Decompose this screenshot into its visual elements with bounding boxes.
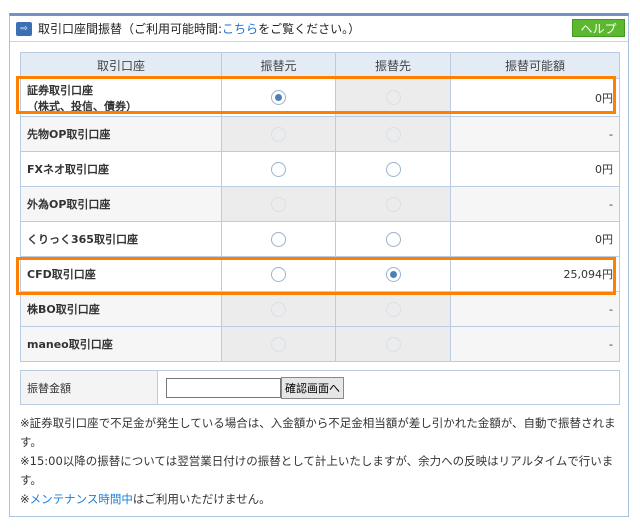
to-cell <box>335 221 451 257</box>
account-row: 先物OP取引口座 - <box>20 116 620 152</box>
from-radio <box>271 196 286 212</box>
to-radio <box>385 301 401 317</box>
from-radio <box>271 336 286 352</box>
from-radio[interactable] <box>271 266 286 282</box>
account-name: 先物OP取引口座 <box>20 116 222 152</box>
amount-label: 振替金額 <box>20 370 158 405</box>
from-cell <box>221 326 336 362</box>
available-amount: 0円 <box>450 78 620 117</box>
to-radio <box>385 126 401 142</box>
account-name: 証券取引口座 （株式、投信、債券） <box>20 78 222 117</box>
col-account: 取引口座 <box>20 52 222 79</box>
to-radio[interactable] <box>385 231 401 247</box>
col-from: 振替元 <box>221 52 336 79</box>
from-radio <box>271 126 286 142</box>
col-available: 振替可能額 <box>450 52 620 79</box>
account-row: CFD取引口座 25,094円 <box>20 256 620 292</box>
panel-header: ⇨ 取引口座間振替（ご利用可能時間:こちらをご覧ください。） ヘルプ <box>10 16 628 42</box>
account-name: 株BO取引口座 <box>20 291 222 327</box>
to-radio <box>385 90 401 105</box>
account-row: FXネオ取引口座 0円 <box>20 151 620 187</box>
available-amount: 25,094円 <box>450 256 620 292</box>
account-name: CFD取引口座 <box>20 256 222 292</box>
from-cell <box>221 116 336 152</box>
account-row: くりっく365取引口座 0円 <box>20 221 620 257</box>
note-maintenance: ※メンテナンス時間中はご利用いただけません。 <box>20 492 271 506</box>
maintenance-link[interactable]: メンテナンス時間中 <box>30 492 133 506</box>
from-cell <box>221 186 336 222</box>
col-to: 振替先 <box>335 52 451 79</box>
help-button[interactable]: ヘルプ <box>572 19 625 37</box>
transfer-panel: ⇨ 取引口座間振替（ご利用可能時間:こちらをご覧ください。） ヘルプ 取引口座 … <box>9 13 629 517</box>
to-cell <box>335 326 451 362</box>
available-amount: - <box>450 326 620 362</box>
to-cell <box>335 116 451 152</box>
account-name: 外為OP取引口座 <box>20 186 222 222</box>
from-radio[interactable] <box>271 90 286 105</box>
available-amount: - <box>450 291 620 327</box>
note-after-15: ※15:00以降の振替については翌営業日付けの振替として計上いたしますが、余力へ… <box>20 454 614 487</box>
available-amount: 0円 <box>450 151 620 187</box>
from-radio[interactable] <box>271 161 286 177</box>
from-radio <box>271 301 286 317</box>
account-row: 証券取引口座 （株式、投信、債券） 0円 <box>20 78 620 117</box>
hours-link[interactable]: こちら <box>222 22 258 36</box>
amount-table: 振替金額 確認画面へ <box>20 370 620 405</box>
from-cell <box>221 221 336 257</box>
to-cell <box>335 78 451 117</box>
available-amount: - <box>450 186 620 222</box>
notes: ※証券取引口座で不足金が発生している場合は、入金額から不足金相当額が差し引かれた… <box>20 414 620 509</box>
account-table: 取引口座 振替元 振替先 振替可能額 証券取引口座 （株式、投信、債券） 0円 先物O… <box>20 52 620 362</box>
account-name: くりっく365取引口座 <box>20 221 222 257</box>
to-cell <box>335 291 451 327</box>
account-row: maneo取引口座 - <box>20 326 620 362</box>
transfer-icon: ⇨ <box>16 21 32 36</box>
from-cell <box>221 256 336 292</box>
confirm-button[interactable]: 確認画面へ <box>281 376 344 399</box>
account-name: FXネオ取引口座 <box>20 151 222 187</box>
account-row: 株BO取引口座 - <box>20 291 620 327</box>
note-shortfall: ※証券取引口座で不足金が発生している場合は、入金額から不足金相当額が差し引かれた… <box>20 416 616 449</box>
amount-input[interactable] <box>166 377 281 398</box>
available-amount: 0円 <box>450 221 620 257</box>
to-cell <box>335 256 451 292</box>
from-cell <box>221 78 336 117</box>
from-radio[interactable] <box>271 231 286 247</box>
to-radio[interactable] <box>385 161 401 177</box>
from-cell <box>221 291 336 327</box>
to-cell <box>335 151 451 187</box>
to-cell <box>335 186 451 222</box>
panel-title: 取引口座間振替（ご利用可能時間:こちらをご覧ください。） <box>38 22 361 36</box>
from-cell <box>221 151 336 187</box>
to-radio <box>385 336 401 352</box>
to-radio <box>385 196 401 212</box>
available-amount: - <box>450 116 620 152</box>
account-row: 外為OP取引口座 - <box>20 186 620 222</box>
to-radio[interactable] <box>385 266 401 282</box>
account-name: maneo取引口座 <box>20 326 222 362</box>
